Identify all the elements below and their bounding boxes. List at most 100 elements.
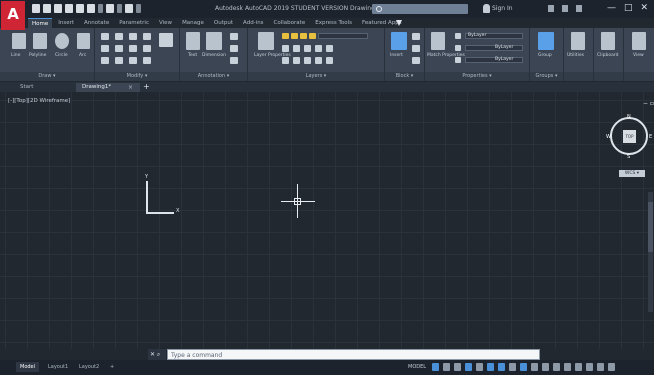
- table-icon[interactable]: [230, 45, 238, 52]
- plot-icon[interactable]: [76, 4, 84, 13]
- annotation-visibility-icon[interactable]: [531, 363, 538, 371]
- tab-parametric[interactable]: Parametric: [115, 18, 153, 28]
- modify-panel-title[interactable]: Modify ▾: [95, 72, 179, 81]
- stretch-icon[interactable]: [101, 57, 109, 64]
- tab-collaborate[interactable]: Collaborate: [270, 18, 310, 28]
- create-block-icon[interactable]: [412, 33, 420, 40]
- layer-tool-2-icon[interactable]: [293, 45, 300, 52]
- fullscreen-icon[interactable]: [597, 363, 604, 371]
- add-layout-icon[interactable]: +: [106, 362, 118, 372]
- layer-tool-9-icon[interactable]: [315, 57, 322, 64]
- save-icon[interactable]: [54, 4, 62, 13]
- utilities-panel-title[interactable]: [564, 72, 593, 81]
- layout1-tab[interactable]: Layout1: [44, 362, 72, 372]
- undo-icon[interactable]: [87, 4, 95, 13]
- annotation-panel-title[interactable]: Annotation ▾: [180, 72, 247, 81]
- layer-tool-4-icon[interactable]: [315, 45, 322, 52]
- snap-icon[interactable]: [443, 363, 450, 371]
- drawing-area[interactable]: [-][Top][2D Wireframe] Y X − ▫ N W TOP E…: [0, 92, 654, 349]
- quick-properties-icon[interactable]: [575, 363, 582, 371]
- layer-tool-7-icon[interactable]: [293, 57, 300, 64]
- lineweight-dropdown[interactable]: [465, 45, 523, 51]
- share-icon[interactable]: [125, 4, 133, 13]
- lineweight-toggle-icon[interactable]: [509, 363, 516, 371]
- ortho-icon[interactable]: [454, 363, 461, 371]
- close-tab-icon[interactable]: ×: [128, 83, 133, 92]
- maximize-button[interactable]: □: [624, 3, 633, 13]
- clipboard-icon[interactable]: [601, 32, 615, 50]
- navigation-bar-thumb[interactable]: [648, 202, 653, 252]
- command-input[interactable]: Type a command: [167, 349, 540, 360]
- explode-icon[interactable]: [143, 45, 151, 52]
- units-icon[interactable]: [564, 363, 571, 371]
- layer-tool-6-icon[interactable]: [282, 57, 289, 64]
- match-properties-icon[interactable]: [431, 32, 445, 50]
- leader-icon[interactable]: [230, 33, 238, 40]
- view-icon[interactable]: [632, 32, 646, 50]
- view-panel-title[interactable]: [624, 72, 654, 81]
- customize-qat-icon[interactable]: [136, 4, 141, 13]
- sign-in-link[interactable]: Sign In: [492, 5, 513, 12]
- erase-icon[interactable]: [143, 33, 151, 40]
- layer-tool-10-icon[interactable]: [326, 57, 333, 64]
- layout2-tab[interactable]: Layout2: [75, 362, 103, 372]
- tab-insert[interactable]: Insert: [54, 18, 78, 28]
- navigation-bar[interactable]: [648, 192, 653, 312]
- line-icon[interactable]: [12, 33, 26, 49]
- edit-block-icon[interactable]: [412, 45, 420, 52]
- tab-output[interactable]: Output: [210, 18, 237, 28]
- exchange-icon[interactable]: [562, 5, 568, 12]
- polyline-icon[interactable]: [33, 33, 47, 49]
- wcs-menu[interactable]: WCS ▾: [619, 170, 645, 177]
- mirror-icon[interactable]: [115, 45, 123, 52]
- group-icon[interactable]: [538, 32, 554, 50]
- command-line-icons[interactable]: ✕ ⌕: [148, 349, 166, 360]
- viewcube-east[interactable]: E: [649, 134, 652, 140]
- viewcube-top-face[interactable]: TOP: [623, 130, 636, 143]
- layer-dropdown[interactable]: [318, 33, 368, 39]
- customization-icon[interactable]: [608, 363, 615, 371]
- layer-properties-icon[interactable]: [258, 32, 274, 50]
- layers-panel-title[interactable]: Layers ▾: [248, 72, 384, 81]
- utilities-icon[interactable]: [571, 32, 585, 50]
- workspace-icon[interactable]: [542, 363, 549, 371]
- dimension-icon[interactable]: [206, 32, 222, 50]
- layer-thaw-icon[interactable]: [291, 33, 298, 39]
- properties-panel-title[interactable]: Properties ▾: [425, 72, 529, 81]
- layer-on-icon[interactable]: [282, 33, 289, 39]
- circle-icon[interactable]: [55, 33, 69, 49]
- close-button[interactable]: ✕: [640, 3, 648, 13]
- block-attribute-icon[interactable]: [412, 57, 420, 64]
- search-input[interactable]: [372, 4, 468, 14]
- modify-extra-icon[interactable]: [159, 33, 173, 47]
- viewcube[interactable]: N W TOP E S: [606, 114, 652, 160]
- offset-icon[interactable]: [143, 57, 151, 64]
- isodraft-icon[interactable]: [476, 363, 483, 371]
- markup-icon[interactable]: [230, 57, 238, 64]
- array-icon[interactable]: [129, 57, 137, 64]
- minimize-button[interactable]: —: [607, 3, 616, 13]
- new-tab-icon[interactable]: +: [143, 82, 150, 92]
- copy-icon[interactable]: [101, 45, 109, 52]
- osnap-tracking-icon[interactable]: [487, 363, 494, 371]
- start-tab[interactable]: Start: [14, 83, 74, 92]
- viewport-close-icon[interactable]: − ▫: [643, 100, 654, 107]
- annotation-scale-icon[interactable]: [520, 363, 527, 371]
- redo-dropdown-icon[interactable]: [117, 4, 122, 13]
- new-icon[interactable]: [32, 4, 40, 13]
- grid-icon[interactable]: [432, 363, 439, 371]
- tab-home[interactable]: Home: [28, 18, 53, 28]
- move-icon[interactable]: [101, 33, 109, 40]
- polar-icon[interactable]: [465, 363, 472, 371]
- clipboard-panel-title[interactable]: [594, 72, 623, 81]
- arc-icon[interactable]: [77, 33, 90, 49]
- rotate-icon[interactable]: [115, 33, 123, 40]
- viewcube-south[interactable]: S: [627, 154, 630, 160]
- cart-icon[interactable]: [548, 5, 554, 12]
- draw-panel-title[interactable]: Draw ▾: [0, 72, 94, 81]
- layer-color-icon[interactable]: [309, 33, 316, 39]
- groups-panel-title[interactable]: Groups ▾: [530, 72, 563, 81]
- tab-annotate[interactable]: Annotate: [80, 18, 113, 28]
- redo-icon[interactable]: [106, 4, 114, 13]
- text-icon[interactable]: [186, 32, 200, 50]
